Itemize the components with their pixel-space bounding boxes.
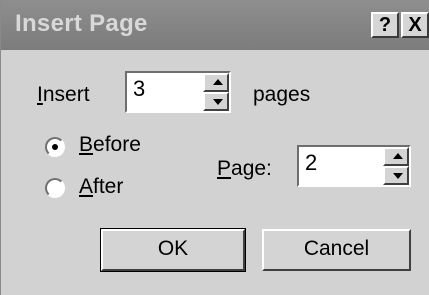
page-label-text: age:: [231, 157, 272, 180]
insert-count-spin-buttons: [203, 73, 229, 111]
page-label-mnemonic: P: [217, 157, 232, 180]
insert-count-value[interactable]: 3: [133, 76, 145, 102]
insert-count-stepper[interactable]: 3: [125, 71, 231, 113]
arrow-down-icon: [393, 173, 403, 179]
arrow-up-icon: [393, 153, 403, 159]
after-radio[interactable]: [45, 178, 65, 198]
after-label-text: fter: [93, 175, 124, 198]
before-label[interactable]: Before: [79, 133, 141, 157]
arrow-up-icon: [213, 79, 223, 85]
page-number-spin-buttons: [383, 147, 409, 185]
radio-selected-dot: [52, 144, 58, 150]
page-number-down-button[interactable]: [383, 166, 409, 185]
insert-page-dialog: Insert Page ? X Insert 3 pages Before Af…: [0, 0, 429, 295]
page-number-up-button[interactable]: [383, 147, 409, 166]
before-label-mnemonic: B: [79, 133, 94, 156]
insert-count-down-button[interactable]: [203, 92, 229, 111]
before-label-text: efore: [93, 133, 141, 156]
after-label-mnemonic: A: [79, 175, 94, 198]
arrow-down-icon: [213, 99, 223, 105]
before-radio[interactable]: [45, 137, 65, 157]
pages-suffix-label: pages: [253, 83, 311, 106]
close-button[interactable]: X: [401, 12, 429, 38]
insert-count-up-button[interactable]: [203, 73, 229, 92]
page-label: Page:: [217, 157, 272, 181]
ok-button[interactable]: OK: [100, 228, 246, 272]
insert-label-text: nsert: [42, 83, 90, 106]
after-label[interactable]: After: [79, 175, 123, 199]
dialog-title: Insert Page: [15, 10, 148, 37]
insert-label: Insert: [37, 83, 90, 107]
page-number-stepper[interactable]: 2: [297, 145, 411, 187]
help-button[interactable]: ?: [371, 12, 399, 38]
page-number-value[interactable]: 2: [305, 150, 317, 176]
title-bar: Insert Page ? X: [1, 0, 429, 50]
cancel-button[interactable]: Cancel: [262, 229, 411, 271]
